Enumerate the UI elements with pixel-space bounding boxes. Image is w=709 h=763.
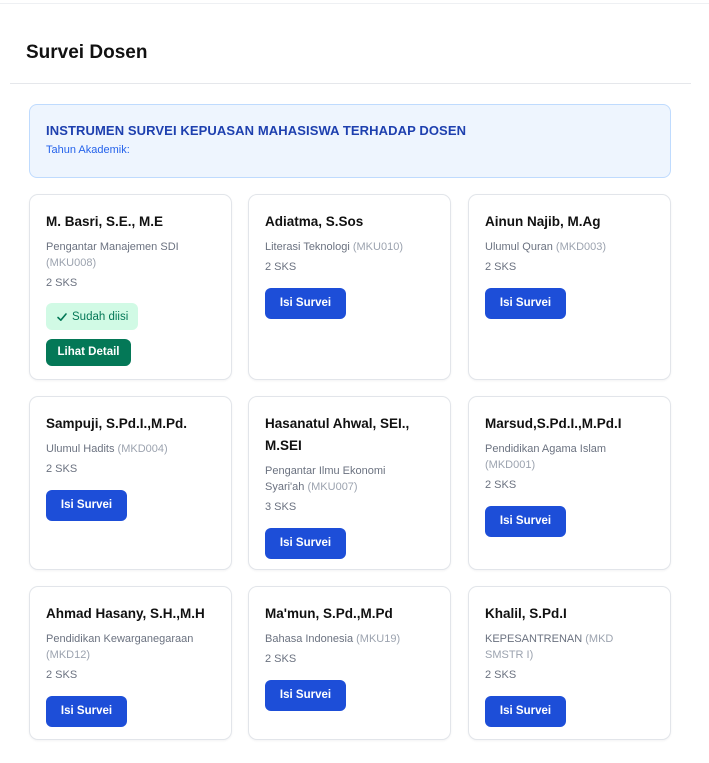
lecturer-card: Hasanatul Ahwal, SEI., M.SEI Pengantar I…	[248, 396, 451, 570]
course-sks: 2 SKS	[46, 277, 78, 289]
lecturer-card: M. Basri, S.E., M.E Pengantar Manajemen …	[29, 194, 232, 380]
banner-academic-year: Tahun Akademik:	[46, 144, 130, 156]
lecturer-card: Ma'mun, S.Pd.,M.Pd Bahasa Indonesia (MKU…	[248, 586, 451, 740]
course-code: (MKU010)	[352, 241, 403, 253]
fill-survey-button[interactable]: Isi Survei	[265, 528, 346, 559]
course-name: Pendidikan Kewarganegaraan	[46, 633, 194, 645]
fill-survey-button[interactable]: Isi Survei	[46, 490, 127, 521]
course-info: Pendidikan Agama Islam (MKD001)	[485, 441, 625, 473]
lecturer-card: Ahmad Hasany, S.H.,M.H Pendidikan Kewarg…	[29, 586, 232, 740]
course-name: Literasi Teknologi	[265, 241, 350, 253]
lecturer-name: Ahmad Hasany, S.H.,M.H	[46, 606, 205, 621]
lecturer-name: M. Basri, S.E., M.E	[46, 214, 164, 229]
course-sks: 2 SKS	[46, 463, 78, 475]
course-sks: 2 SKS	[485, 261, 517, 273]
lecturer-card: Adiatma, S.Sos Literasi Teknologi (MKU01…	[248, 194, 451, 380]
top-strip	[0, 0, 709, 4]
course-code: (MKU007)	[307, 481, 358, 493]
lecturer-name: Sampuji, S.Pd.I.,M.Pd.	[46, 416, 188, 431]
title-divider	[10, 83, 691, 84]
info-banner: INSTRUMEN SURVEI KEPUASAN MAHASISWA TERH…	[29, 104, 671, 178]
course-code: (MKU19)	[356, 633, 401, 645]
lecturer-name: Hasanatul Ahwal, SEI., M.SEI	[265, 416, 410, 453]
course-info: Bahasa Indonesia (MKU19)	[265, 631, 434, 647]
lecturer-name: Ainun Najib, M.Ag	[485, 214, 601, 229]
fill-survey-button[interactable]: Isi Survei	[485, 288, 566, 319]
status-badge: Sudah diisi	[46, 303, 139, 330]
course-info: Ulumul Quran (MKD003)	[485, 239, 654, 255]
page-title: Survei Dosen	[26, 42, 148, 63]
course-code: (MKD004)	[117, 443, 168, 455]
course-name: Ulumul Hadits	[46, 443, 115, 455]
course-info: Pendidikan Kewarganegaraan (MKD12)	[46, 631, 215, 663]
course-name: Ulumul Quran	[485, 241, 553, 253]
course-sks: 2 SKS	[485, 669, 517, 681]
fill-survey-button[interactable]: Isi Survei	[265, 680, 346, 711]
lecturer-name: Marsud,S.Pd.I.,M.Pd.I	[485, 416, 622, 431]
course-code: (MKU008)	[46, 257, 97, 269]
course-info: Literasi Teknologi (MKU010)	[265, 239, 434, 255]
course-name: Bahasa Indonesia	[265, 633, 354, 645]
fill-survey-button[interactable]: Isi Survei	[265, 288, 346, 319]
fill-survey-button[interactable]: Isi Survei	[485, 506, 566, 537]
fill-survey-button[interactable]: Isi Survei	[485, 696, 566, 727]
banner-title: INSTRUMEN SURVEI KEPUASAN MAHASISWA TERH…	[46, 123, 467, 138]
fill-survey-button[interactable]: Isi Survei	[46, 696, 127, 727]
lecturer-card: Khalil, S.Pd.I KEPESANTRENAN (MKD SMSTR …	[468, 586, 671, 740]
course-name: Pendidikan Agama Islam	[485, 443, 607, 455]
lecturer-name: Adiatma, S.Sos	[265, 214, 364, 229]
course-code: (MKD12)	[46, 649, 91, 661]
course-info: Ulumul Hadits (MKD004)	[46, 441, 215, 457]
view-detail-button[interactable]: Lihat Detail	[46, 339, 131, 366]
course-sks: 3 SKS	[265, 501, 297, 513]
course-sks: 2 SKS	[265, 261, 297, 273]
course-name: KEPESANTRENAN	[485, 633, 583, 645]
course-info: Pengantar Ilmu Ekonomi Syari'ah (MKU007)	[265, 463, 415, 495]
course-sks: 2 SKS	[46, 669, 78, 681]
course-sks: 2 SKS	[265, 653, 297, 665]
lecturer-card: Marsud,S.Pd.I.,M.Pd.I Pendidikan Agama I…	[468, 396, 671, 570]
course-sks: 2 SKS	[485, 479, 517, 491]
check-icon	[57, 312, 67, 321]
lecturer-name: Ma'mun, S.Pd.,M.Pd	[265, 606, 393, 621]
status-badge-label: Sudah diisi	[72, 310, 129, 323]
course-info: KEPESANTRENAN (MKD SMSTR I)	[485, 631, 635, 663]
lecturer-card: Sampuji, S.Pd.I.,M.Pd. Ulumul Hadits (MK…	[29, 396, 232, 570]
course-info: Pengantar Manajemen SDI (MKU008)	[46, 239, 215, 271]
course-code: (MKD003)	[555, 241, 607, 253]
lecturer-name: Khalil, S.Pd.I	[485, 606, 567, 621]
course-code: (MKD001)	[485, 459, 536, 471]
lecturer-card: Ainun Najib, M.Ag Ulumul Quran (MKD003) …	[468, 194, 671, 380]
course-name: Pengantar Manajemen SDI	[46, 241, 179, 253]
